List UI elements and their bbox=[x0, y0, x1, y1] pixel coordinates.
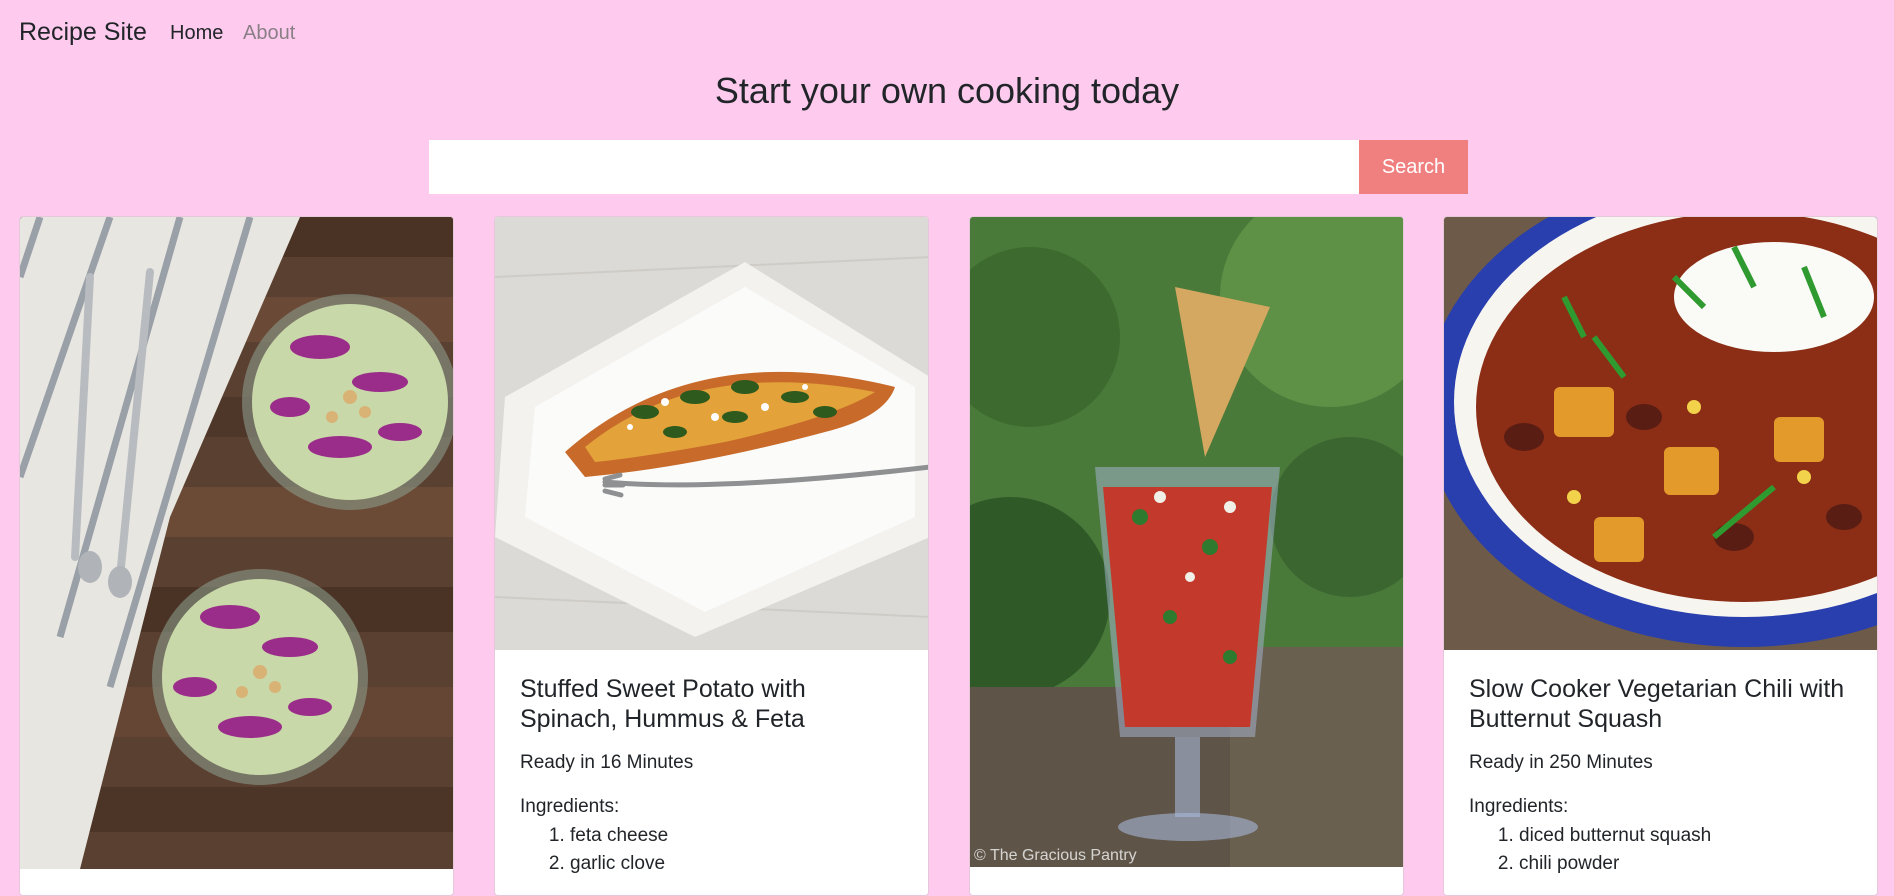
navbar: Recipe Site Home About bbox=[0, 0, 1894, 68]
card-body: Stuffed Sweet Potato with Spinach, Hummu… bbox=[495, 650, 928, 878]
recipe-card[interactable]: © The Gracious Pantry bbox=[969, 216, 1404, 896]
page-title: Start your own cooking today bbox=[714, 70, 1180, 111]
search-form: Search bbox=[429, 140, 1468, 194]
image-watermark: © The Gracious Pantry bbox=[974, 847, 1137, 864]
recipe-card[interactable] bbox=[19, 216, 454, 896]
recipe-title[interactable]: Slow Cooker Vegetarian Chili with Butter… bbox=[1469, 674, 1852, 734]
ingredients-list: feta cheese garlic clove bbox=[520, 822, 903, 878]
sweet-potato-image bbox=[495, 217, 928, 650]
ingredient-item: garlic clove bbox=[570, 850, 903, 878]
slaw-bowls-image bbox=[20, 217, 453, 869]
ready-time: Ready in 250 Minutes bbox=[1469, 752, 1653, 773]
recipe-title[interactable]: Stuffed Sweet Potato with Spinach, Hummu… bbox=[520, 674, 903, 734]
ingredients-label: Ingredients: bbox=[1469, 796, 1569, 817]
recipe-card[interactable]: Slow Cooker Vegetarian Chili with Butter… bbox=[1443, 216, 1878, 896]
recipe-image[interactable] bbox=[20, 217, 453, 869]
nav-link-about[interactable]: About bbox=[243, 22, 295, 45]
ingredient-item: feta cheese bbox=[570, 822, 903, 850]
recipe-image[interactable] bbox=[495, 217, 928, 650]
recipe-image[interactable] bbox=[1444, 217, 1877, 650]
search-button[interactable]: Search bbox=[1359, 140, 1468, 194]
ingredients-label: Ingredients: bbox=[520, 796, 620, 817]
ingredient-item: diced butternut squash bbox=[1519, 822, 1852, 850]
ready-time: Ready in 16 Minutes bbox=[520, 752, 694, 773]
card-body: Slow Cooker Vegetarian Chili with Butter… bbox=[1444, 650, 1877, 878]
salsa-glass-image bbox=[970, 217, 1403, 867]
recipe-card[interactable]: Stuffed Sweet Potato with Spinach, Hummu… bbox=[494, 216, 929, 896]
chili-bowl-image bbox=[1444, 217, 1877, 650]
nav-link-home[interactable]: Home bbox=[170, 22, 223, 45]
ingredient-item: chili powder bbox=[1519, 850, 1852, 878]
ingredients-list: diced butternut squash chili powder bbox=[1469, 822, 1852, 878]
recipe-image[interactable]: © The Gracious Pantry bbox=[970, 217, 1403, 867]
site-brand[interactable]: Recipe Site bbox=[19, 18, 147, 47]
search-input[interactable] bbox=[429, 140, 1359, 194]
